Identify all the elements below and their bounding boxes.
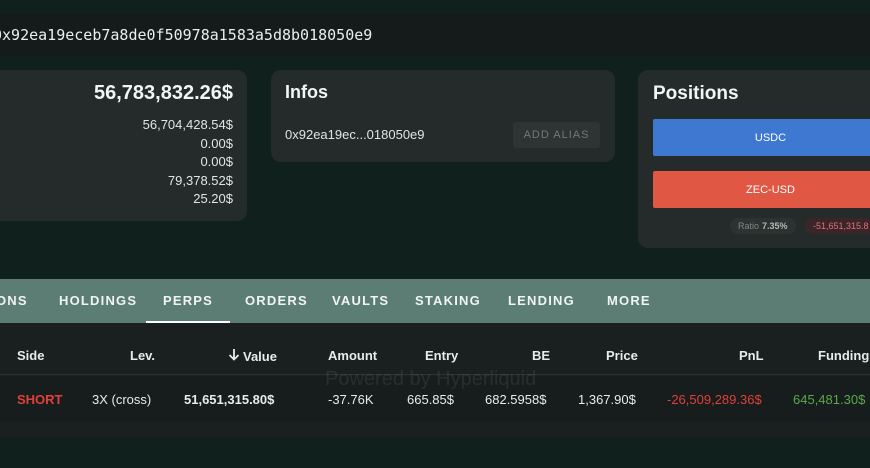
balance-item: 79,378.52$ xyxy=(167,172,233,188)
cell-value: 51,651,315.80$ xyxy=(184,392,275,407)
cell-funding: 645,481.30$ xyxy=(793,392,866,407)
infos-card: Infos 0x92ea19ec...018050e9 ADD ALIAS xyxy=(271,70,615,162)
balance-item: 25.20$ xyxy=(193,191,233,206)
tab-vaults[interactable]: VAULTS xyxy=(332,279,389,323)
header-pnl[interactable]: PnL xyxy=(739,348,764,363)
positions-title: Positions xyxy=(653,83,739,104)
table-row[interactable]: SHORT 3X (cross) 51,651,315.80$ -37.76K … xyxy=(0,376,870,422)
cell-entry: 665.85$ xyxy=(407,392,454,407)
table-header: Side Lev. Value Amount Entry BE Price Pn… xyxy=(0,323,870,375)
balance-item: 0.00$ xyxy=(200,154,233,169)
header-side[interactable]: Side xyxy=(17,348,44,363)
ratio-value: 7.35% xyxy=(762,221,788,231)
header-leverage[interactable]: Lev. xyxy=(130,348,155,363)
ratio-label: Ratio xyxy=(738,221,760,231)
tab-staking[interactable]: STAKING xyxy=(415,279,481,323)
balance-item: 56,704,428.54$ xyxy=(142,117,233,132)
tab-orders[interactable]: ORDERS xyxy=(245,279,308,323)
ratio-badge: Ratio 7.35% xyxy=(730,218,796,234)
position-bar-zec-usd[interactable]: ZEC-USD xyxy=(653,171,870,208)
cell-amount: -37.76K xyxy=(328,392,374,407)
pnl-badge: -51,651,315.8 xyxy=(805,218,870,234)
cell-pnl: -26,509,289.36$ xyxy=(667,392,762,407)
position-bar-usdc[interactable]: USDC xyxy=(653,119,870,156)
balance-total: 56,783,832.26$ xyxy=(93,82,233,104)
balance-breakdown: 56,704,428.54$ 0.00$ 0.00$ 79,378.52$ 25… xyxy=(143,116,233,209)
tab-more[interactable]: MORE xyxy=(607,279,651,323)
header-price[interactable]: Price xyxy=(606,348,638,363)
infos-address: 0x92ea19ec...018050e9 xyxy=(285,127,425,142)
cell-side: SHORT xyxy=(17,392,63,407)
tab-holdings[interactable]: HOLDINGS xyxy=(59,279,137,323)
position-bar-label: ZEC-USD xyxy=(746,183,795,196)
header-entry[interactable]: Entry xyxy=(425,348,458,363)
address-bar[interactable]: 0x92ea19eceb7a8de0f50978a1583a5d8b018050… xyxy=(0,14,870,56)
cell-leverage: 3X (cross) xyxy=(92,392,152,407)
infos-title: Infos xyxy=(285,82,328,102)
header-value[interactable]: Value xyxy=(228,348,277,364)
tab-perps[interactable]: PERPS xyxy=(146,279,230,323)
section-tabs: ONS HOLDINGS PERPS ORDERS VAULTS STAKING… xyxy=(0,279,870,323)
header-be[interactable]: BE xyxy=(532,348,550,363)
cell-price: 1,367.90$ xyxy=(578,392,636,407)
header-value-label: Value xyxy=(243,349,277,364)
pnl-badge-value: -51,651,315.8 xyxy=(813,221,869,231)
balance-card: 56,783,832.26$ 56,704,428.54$ 0.00$ 0.00… xyxy=(0,70,247,221)
wallet-address: 0x92ea19eceb7a8de0f50978a1583a5d8b018050… xyxy=(0,26,373,44)
tab-positions[interactable]: ONS xyxy=(0,279,28,323)
tab-lending[interactable]: LENDING xyxy=(508,279,575,323)
add-alias-button[interactable]: ADD ALIAS xyxy=(513,122,600,148)
sort-down-arrow-icon xyxy=(228,348,240,364)
header-funding[interactable]: Funding xyxy=(818,348,869,363)
positions-card: Positions USDC ZEC-USD Ratio 7.35% -51,6… xyxy=(638,70,870,248)
cell-be: 682.5958$ xyxy=(485,392,547,407)
perps-table: Side Lev. Value Amount Entry BE Price Pn… xyxy=(0,323,870,438)
balance-item: 0.00$ xyxy=(200,135,233,151)
position-bar-label: USDC xyxy=(754,131,787,144)
header-amount[interactable]: Amount xyxy=(328,348,377,363)
